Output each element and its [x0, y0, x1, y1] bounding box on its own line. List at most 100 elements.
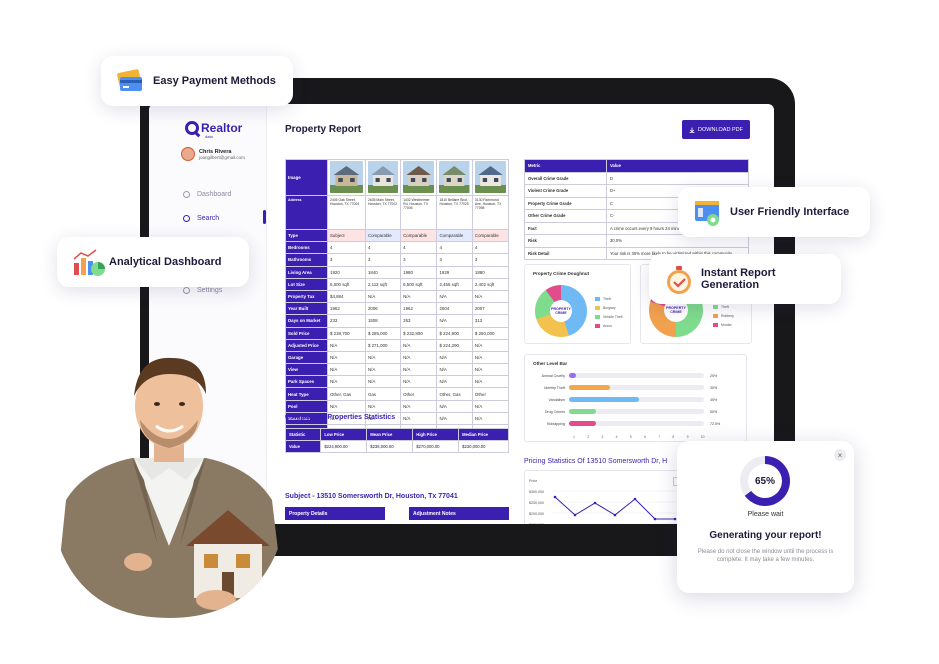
table-cell: N/A — [364, 289, 402, 304]
legend-swatch — [713, 305, 718, 309]
table-cell: 1840 — [364, 265, 402, 279]
popup-note: Please do not close the window until the… — [697, 549, 834, 563]
logo-text: Realtor — [201, 121, 243, 135]
table-row: Pool N/A N/A N/A N/A N/A — [285, 399, 510, 413]
legend-item: Vehicle Theft — [595, 315, 623, 319]
legend-label: Robbery — [721, 314, 734, 318]
row-label: Property Tax — [285, 289, 328, 304]
table-row: Type Subject Comparable Comparable Comparabl… — [285, 228, 510, 243]
table-cell: N/A — [436, 375, 473, 389]
adjustment-notes-header: Adjustment Notes — [409, 507, 509, 520]
subject-title: Subject - 13510 Somersworth Dr, Houston,… — [285, 493, 458, 500]
legend-label: Burglary — [603, 306, 616, 310]
table-cell: $ 224,900 — [436, 326, 473, 340]
table-cell: 4 — [400, 241, 438, 255]
table-cell: N/A — [327, 363, 366, 377]
table-cell: 1980 — [400, 265, 438, 279]
bar-label: Kidnapping — [547, 421, 565, 426]
table-cell: N/A — [400, 289, 438, 304]
user-profile[interactable]: Chris Rivera joangilbert@gmail.com — [181, 147, 245, 161]
table-cell: N/A — [400, 411, 438, 426]
legend-item: Theft — [595, 297, 623, 301]
card-title: Other Level Bar — [533, 361, 568, 366]
table-cell: Gas — [364, 387, 402, 401]
table-cell: Other — [471, 387, 510, 401]
sidebar-item-label: Settings — [197, 287, 223, 294]
row-label: Bedrooms — [285, 241, 328, 255]
table-cell: 2,112 sqft — [364, 277, 402, 291]
table-cell: 6,500 sqft — [400, 277, 438, 291]
analytical-dashboard-badge: Analytical Dashboard — [57, 237, 249, 287]
table-cell: 1880 — [471, 265, 510, 279]
table-header-cell: High Price — [412, 428, 460, 441]
table-cell: N/A — [471, 399, 510, 413]
legend-item: Theft — [713, 305, 734, 309]
dashboard-icon — [183, 191, 190, 198]
table-cell: 3 — [436, 253, 473, 267]
bar-track — [569, 385, 704, 390]
axis-tick: 6 — [644, 435, 646, 439]
axis-tick: $300,000 — [529, 490, 544, 494]
table-cell: Other, Gas — [436, 387, 473, 401]
house-photo — [330, 161, 363, 193]
table-row: Address 2405 Oak Street, Houston, TX 7700… — [285, 195, 510, 230]
sidebar-item-label: Search — [197, 215, 220, 222]
legend-label: Theft — [721, 305, 729, 309]
legend-label: Vehicle Theft — [603, 315, 623, 319]
table-cell: 3 — [400, 253, 438, 267]
table-cell: N/A — [364, 350, 402, 365]
table-cell: N/A — [400, 399, 438, 413]
sidebar-item-settings[interactable]: Settings — [183, 287, 222, 294]
table-cell: 1920 — [327, 265, 366, 279]
download-pdf-button[interactable]: DOWNLOAD PDF — [682, 120, 750, 139]
table-cell: N/A — [436, 350, 473, 365]
instant-report-badge: Instant Report Generation — [649, 254, 841, 304]
legend-swatch — [713, 323, 718, 327]
house-photo — [403, 161, 435, 193]
table-header-cell: Mean Price — [366, 428, 414, 441]
active-indicator — [263, 210, 266, 224]
table-cell: $224,900.00 — [320, 440, 368, 453]
doughnut-legend: Theft Robbery Murder — [713, 305, 734, 332]
sidebar-item-label: Dashboard — [197, 191, 232, 198]
table-cell: Property Crime Grade — [524, 196, 607, 210]
table-row: Property Tax $4,884 N/A N/A N/A N/A — [285, 289, 510, 304]
download-pdf-label: DOWNLOAD PDF — [698, 126, 743, 133]
table-cell: 1508 — [364, 314, 402, 328]
table-cell: $ 224,290 — [436, 338, 473, 352]
badge-label: Easy Payment Methods — [153, 75, 276, 87]
logo-subtext: data — [205, 134, 213, 139]
doughnut-legend: Theft Burglary Vehicle Theft Arson — [595, 297, 623, 333]
axis-tick: 3 — [601, 435, 604, 439]
table-cell: Comparable — [471, 228, 510, 243]
download-icon — [689, 127, 695, 133]
table-row: Garage N/A N/A N/A N/A N/A — [285, 350, 510, 365]
bar-track — [569, 397, 704, 402]
row-label: Year Built — [285, 302, 328, 316]
table-cell: N/A — [364, 399, 402, 413]
property-comparison-table: Image Address 2405 Oak Street, Houston, TX… — [285, 159, 510, 438]
table-cell: $270,000.00 — [412, 440, 460, 453]
other-level-bar-card: Other Level Bar Animal Cruelty 25% Identit… — [524, 354, 747, 442]
table-cell: Overall Crime Grade — [524, 171, 607, 185]
table-cell: 233 — [327, 314, 366, 328]
realtor-person-image — [54, 357, 286, 618]
progress-percent: 65% — [748, 464, 782, 498]
easy-payment-badge: Easy Payment Methods — [101, 56, 293, 106]
close-icon[interactable]: × — [834, 449, 846, 461]
table-cell: 1929 — [436, 265, 473, 279]
table-cell: N/A — [471, 363, 510, 377]
table-row: Bedrooms 4 4 4 4 4 — [285, 241, 510, 255]
table-cell: D — [606, 171, 749, 185]
table-cell: N/A — [436, 289, 473, 304]
table-row: Park Spaces N/A N/A N/A N/A N/A — [285, 375, 510, 389]
comparable-stats-table: Statistic Low Price Mean Price High Pric… — [284, 428, 509, 453]
table-cell: N/A — [400, 375, 438, 389]
table-cell: Other, Gas — [327, 387, 366, 401]
table-cell: N/A — [364, 375, 402, 389]
table-cell: 1810 Bellaire Blvd, Houston, TX 77025 — [436, 195, 473, 230]
sidebar-item-search[interactable]: Search — [183, 215, 219, 222]
app-logo[interactable]: Realtor — [185, 121, 242, 135]
sidebar-item-dashboard[interactable]: Dashboard — [183, 191, 231, 198]
bar-value: 45% — [710, 397, 718, 402]
